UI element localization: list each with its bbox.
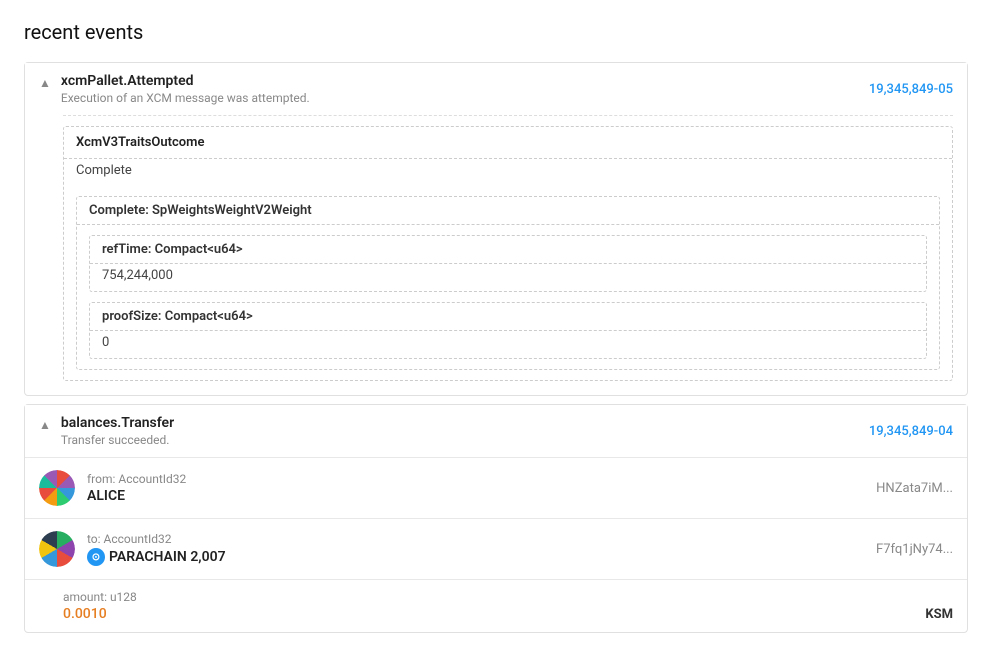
event-header-left-2: ▲ balances.Transfer Transfer succeeded. <box>39 415 174 447</box>
parachain-icon: ⊙ <box>87 548 105 566</box>
amount-label: amount: u128 <box>63 590 953 604</box>
event-name-1: xcmPallet.Attempted <box>61 73 310 89</box>
event-content-1: XcmV3TraitsOutcome Complete Complete: Sp… <box>63 115 953 381</box>
page-title: recent events <box>24 20 968 44</box>
amount-currency: KSM <box>925 607 953 622</box>
event-name-block-1: xcmPallet.Attempted Execution of an XCM … <box>61 73 310 105</box>
from-account-name: ALICE <box>87 488 125 504</box>
parachain-badge: ⊙ PARACHAIN 2,007 <box>87 548 226 566</box>
event-header-2: ▲ balances.Transfer Transfer succeeded. … <box>25 405 967 457</box>
sp-weights-inner: refTime: Compact<u64> 754,244,000 proofS… <box>77 235 939 359</box>
ref-time-header: refTime: Compact<u64> <box>90 236 926 264</box>
alice-avatar <box>39 470 75 506</box>
event-header-1: ▲ xcmPallet.Attempted Execution of an XC… <box>25 63 967 115</box>
parachain-avatar-graphic <box>39 531 75 567</box>
ref-time-value: 754,244,000 <box>90 264 926 291</box>
to-row: to: AccountId32 ⊙ PARACHAIN 2,007 F7fq1j… <box>25 518 967 579</box>
proof-size-section: proofSize: Compact<u64> 0 <box>89 302 927 359</box>
event-desc-1: Execution of an XCM message was attempte… <box>61 91 310 105</box>
event-block-num-2[interactable]: 19,345,849-04 <box>869 424 953 439</box>
xcm-traits-outcome-header: XcmV3TraitsOutcome <box>64 127 952 159</box>
to-label: to: AccountId32 <box>87 532 226 546</box>
proof-size-value: 0 <box>90 331 926 358</box>
page-container: recent events ▲ xcmPallet.Attempted Exec… <box>0 0 992 653</box>
proof-size-header: proofSize: Compact<u64> <box>90 303 926 331</box>
to-row-left: to: AccountId32 ⊙ PARACHAIN 2,007 <box>39 531 226 567</box>
amount-row: amount: u128 0.0010 KSM <box>25 579 967 632</box>
amount-value: 0.0010 <box>63 606 107 622</box>
sp-weights-header: Complete: SpWeightsWeightV2Weight <box>77 197 939 225</box>
event-name-block-2: balances.Transfer Transfer succeeded. <box>61 415 174 447</box>
ref-time-section: refTime: Compact<u64> 754,244,000 <box>89 235 927 292</box>
from-row: from: AccountId32 ALICE HNZata7iM... <box>25 457 967 518</box>
event-name-2: balances.Transfer <box>61 415 174 431</box>
parachain-avatar <box>39 531 75 567</box>
chevron-icon-1[interactable]: ▲ <box>39 76 51 90</box>
from-value-row: ALICE <box>87 488 186 504</box>
event-xcm-pallet-attempted: ▲ xcmPallet.Attempted Execution of an XC… <box>24 62 968 396</box>
event-block-num-1[interactable]: 19,345,849-05 <box>869 82 953 97</box>
to-value-row: ⊙ PARACHAIN 2,007 <box>87 548 226 566</box>
from-label: from: AccountId32 <box>87 472 186 486</box>
event-header-left-1: ▲ xcmPallet.Attempted Execution of an XC… <box>39 73 310 105</box>
event-balances-transfer: ▲ balances.Transfer Transfer succeeded. … <box>24 404 968 633</box>
event-desc-2: Transfer succeeded. <box>61 433 174 447</box>
alice-avatar-graphic <box>39 470 75 506</box>
sp-weights-section: Complete: SpWeightsWeightV2Weight refTim… <box>76 196 940 370</box>
from-address: HNZata7iM... <box>876 481 953 496</box>
chevron-icon-2[interactable]: ▲ <box>39 418 51 432</box>
to-address: F7fq1jNy74... <box>876 542 953 557</box>
from-info: from: AccountId32 ALICE <box>87 472 186 504</box>
from-row-left: from: AccountId32 ALICE <box>39 470 186 506</box>
xcm-traits-outcome-value: Complete <box>64 159 952 186</box>
to-account-name: PARACHAIN 2,007 <box>109 549 226 565</box>
amount-value-row: 0.0010 KSM <box>63 606 953 622</box>
xcm-traits-outcome-section: XcmV3TraitsOutcome Complete Complete: Sp… <box>63 126 953 381</box>
xcm-nested-inner: Complete: SpWeightsWeightV2Weight refTim… <box>64 196 952 370</box>
to-info: to: AccountId32 ⊙ PARACHAIN 2,007 <box>87 532 226 566</box>
